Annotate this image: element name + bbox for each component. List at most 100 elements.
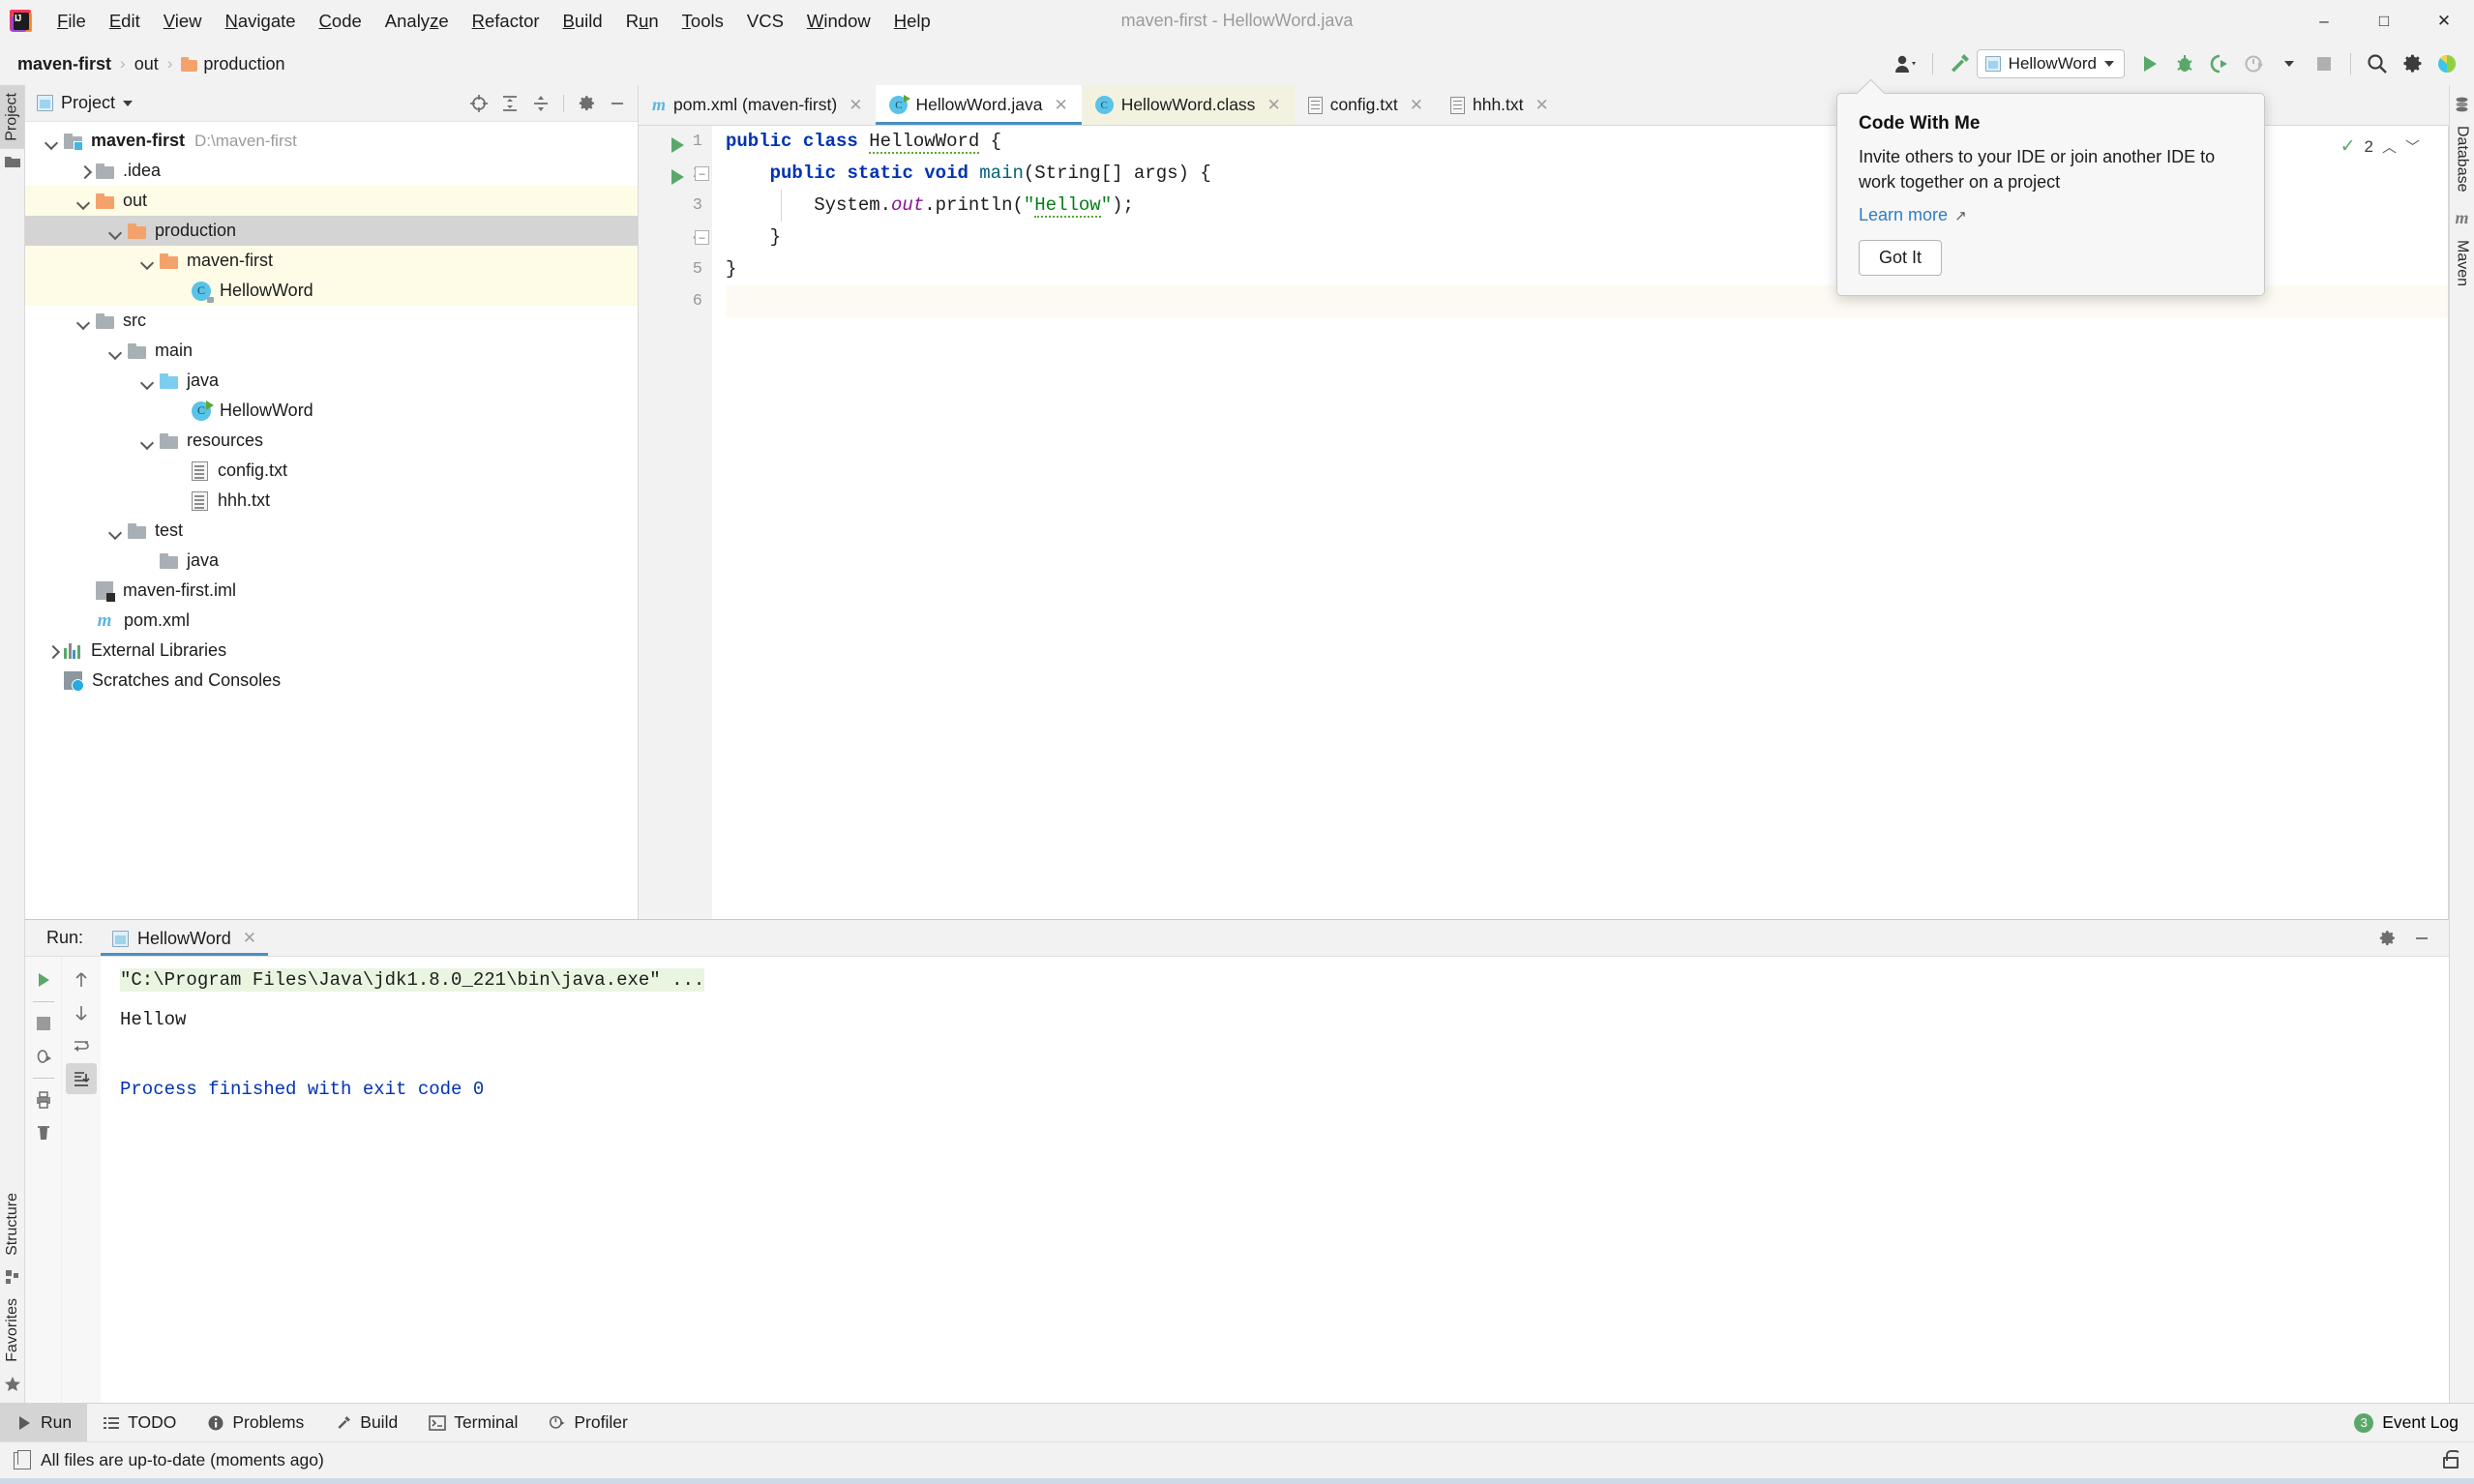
code-with-me-icon[interactable] bbox=[1889, 46, 1923, 81]
menu-view[interactable]: View bbox=[152, 7, 214, 36]
sidebar-item-favorites[interactable]: Favorites bbox=[0, 1291, 25, 1370]
scroll-to-end-icon[interactable] bbox=[66, 1063, 97, 1094]
hide-icon[interactable] bbox=[603, 90, 632, 117]
breadcrumb-item-out[interactable]: out bbox=[131, 54, 163, 74]
code-fold-icon[interactable]: – bbox=[695, 230, 709, 245]
chevron-down-icon[interactable] bbox=[46, 135, 58, 147]
close-button[interactable]: ✕ bbox=[2414, 0, 2474, 43]
tree-row[interactable]: Scratches and Consoles bbox=[25, 666, 638, 696]
chevron-up-icon[interactable]: ︿ bbox=[2382, 136, 2397, 157]
run-tab-hellowword[interactable]: HellowWord ✕ bbox=[101, 922, 268, 956]
chevron-down-icon[interactable] bbox=[2272, 46, 2307, 81]
chevron-down-icon[interactable]: ﹀ bbox=[2405, 136, 2420, 157]
stop-button[interactable] bbox=[2307, 46, 2341, 81]
settings-gear-icon[interactable] bbox=[2395, 46, 2429, 81]
inspection-widget[interactable]: ✓ 2 ︿ ﹀ bbox=[2340, 135, 2420, 158]
print-icon[interactable] bbox=[28, 1084, 59, 1115]
breadcrumb-item-production[interactable]: production bbox=[177, 54, 288, 74]
bottom-tab-todo[interactable]: TODO bbox=[87, 1404, 192, 1441]
maximize-button[interactable]: □ bbox=[2354, 0, 2414, 43]
chevron-down-icon[interactable] bbox=[142, 435, 154, 447]
chevron-down-icon[interactable] bbox=[110, 525, 122, 537]
sidebar-item-structure[interactable]: Structure bbox=[0, 1185, 25, 1263]
run-configuration-selector[interactable]: HellowWord bbox=[1976, 49, 2125, 78]
learn-more-link[interactable]: Learn more ↗ bbox=[1859, 205, 1967, 225]
got-it-button[interactable]: Got It bbox=[1859, 240, 1943, 277]
tree-row[interactable]: External Libraries bbox=[25, 636, 638, 666]
run-gutter-icon[interactable] bbox=[671, 169, 684, 185]
bottom-tab-problems[interactable]: Problems bbox=[192, 1404, 319, 1441]
search-everywhere-icon[interactable] bbox=[2360, 46, 2395, 81]
menu-window[interactable]: Window bbox=[795, 7, 882, 36]
tree-row[interactable]: hhh.txt bbox=[25, 486, 638, 516]
stop-icon[interactable] bbox=[28, 1008, 59, 1039]
bottom-tool-window-bar[interactable]: Run TODO Problems Build Terminal Profiler 3 Eve… bbox=[0, 1403, 2474, 1441]
menu-file[interactable]: File bbox=[45, 7, 98, 36]
breadcrumb-item-project[interactable]: maven-first bbox=[14, 54, 115, 74]
editor-tab[interactable]: config.txt ✕ bbox=[1295, 85, 1437, 125]
debug-button[interactable] bbox=[2167, 46, 2202, 81]
trace-icon[interactable] bbox=[28, 1041, 59, 1072]
ide-updates-icon[interactable] bbox=[2429, 46, 2464, 81]
code-fold-icon[interactable]: – bbox=[695, 166, 709, 181]
event-log-button[interactable]: 3 Event Log bbox=[2354, 1404, 2474, 1441]
menu-build[interactable]: Build bbox=[551, 7, 614, 36]
tree-row[interactable]: out bbox=[25, 186, 638, 216]
close-icon[interactable]: ✕ bbox=[1535, 96, 1549, 115]
editor-gutter[interactable]: 12–34–56 bbox=[639, 126, 712, 919]
minimize-button[interactable]: – bbox=[2294, 0, 2354, 43]
run-console[interactable]: "C:\Program Files\Java\jdk1.8.0_221\bin\… bbox=[101, 957, 2449, 1403]
menu-vcs[interactable]: VCS bbox=[735, 7, 795, 36]
rerun-icon[interactable] bbox=[28, 965, 59, 995]
close-icon[interactable]: ✕ bbox=[1267, 96, 1280, 115]
menu-tools[interactable]: Tools bbox=[671, 7, 735, 36]
soft-wrap-icon[interactable] bbox=[66, 1030, 97, 1061]
sidebar-item-database[interactable]: Database bbox=[2450, 118, 2474, 200]
tree-row[interactable]: maven-first bbox=[25, 246, 638, 276]
chevron-down-icon[interactable] bbox=[142, 255, 154, 267]
settings-gear-icon[interactable] bbox=[572, 90, 601, 117]
menu-refactor[interactable]: Refactor bbox=[461, 7, 551, 36]
chevron-down-icon[interactable] bbox=[78, 315, 90, 327]
tree-row[interactable]: test bbox=[25, 516, 638, 546]
editor-tab[interactable]: C HellowWord.class ✕ bbox=[1081, 85, 1295, 125]
tree-row[interactable]: .idea bbox=[25, 156, 638, 186]
editor-tab[interactable]: C HellowWord.java ✕ bbox=[876, 85, 1082, 125]
run-gutter-icon[interactable] bbox=[671, 137, 684, 153]
menu-navigate[interactable]: Navigate bbox=[214, 7, 308, 36]
close-icon[interactable]: ✕ bbox=[1410, 96, 1423, 115]
menu-help[interactable]: Help bbox=[882, 7, 942, 36]
menu-analyze[interactable]: Analyze bbox=[373, 7, 461, 36]
bottom-tab-terminal[interactable]: Terminal bbox=[413, 1404, 533, 1441]
chevron-down-icon[interactable] bbox=[110, 345, 122, 357]
chevron-right-icon[interactable] bbox=[46, 645, 58, 657]
tree-row[interactable]: C HellowWord bbox=[25, 276, 638, 306]
tree-row[interactable]: resources bbox=[25, 426, 638, 456]
close-icon[interactable]: ✕ bbox=[243, 929, 256, 948]
unlocked-icon[interactable] bbox=[2443, 1450, 2460, 1469]
tree-row[interactable]: src bbox=[25, 306, 638, 336]
tree-row[interactable]: C HellowWord bbox=[25, 396, 638, 426]
tree-row[interactable]: java bbox=[25, 366, 638, 396]
hide-icon[interactable] bbox=[2406, 923, 2437, 954]
project-panel-title[interactable]: Project bbox=[37, 93, 134, 113]
run-button[interactable] bbox=[2132, 46, 2167, 81]
sidebar-item-project[interactable]: Project bbox=[0, 85, 24, 149]
menu-edit[interactable]: Edit bbox=[98, 7, 152, 36]
run-with-coverage-button[interactable] bbox=[2202, 46, 2237, 81]
collapse-all-icon[interactable] bbox=[526, 90, 555, 117]
clear-all-icon[interactable] bbox=[28, 1117, 59, 1148]
chevron-down-icon[interactable] bbox=[78, 195, 90, 207]
build-hammer-icon[interactable] bbox=[1942, 46, 1977, 81]
menu-code[interactable]: Code bbox=[308, 7, 373, 36]
tree-row[interactable]: production bbox=[25, 216, 638, 246]
tree-row[interactable]: config.txt bbox=[25, 456, 638, 486]
menu-run[interactable]: Run bbox=[614, 7, 671, 36]
editor-tab[interactable]: m pom.xml (maven-first) ✕ bbox=[639, 85, 876, 125]
bottom-tab-run[interactable]: Run bbox=[0, 1404, 88, 1441]
close-icon[interactable]: ✕ bbox=[1054, 96, 1067, 115]
chevron-down-icon[interactable] bbox=[110, 225, 122, 237]
chevron-right-icon[interactable] bbox=[78, 165, 90, 177]
editor-tab[interactable]: hhh.txt ✕ bbox=[1437, 85, 1563, 125]
tree-row[interactable]: maven-first.iml bbox=[25, 576, 638, 606]
